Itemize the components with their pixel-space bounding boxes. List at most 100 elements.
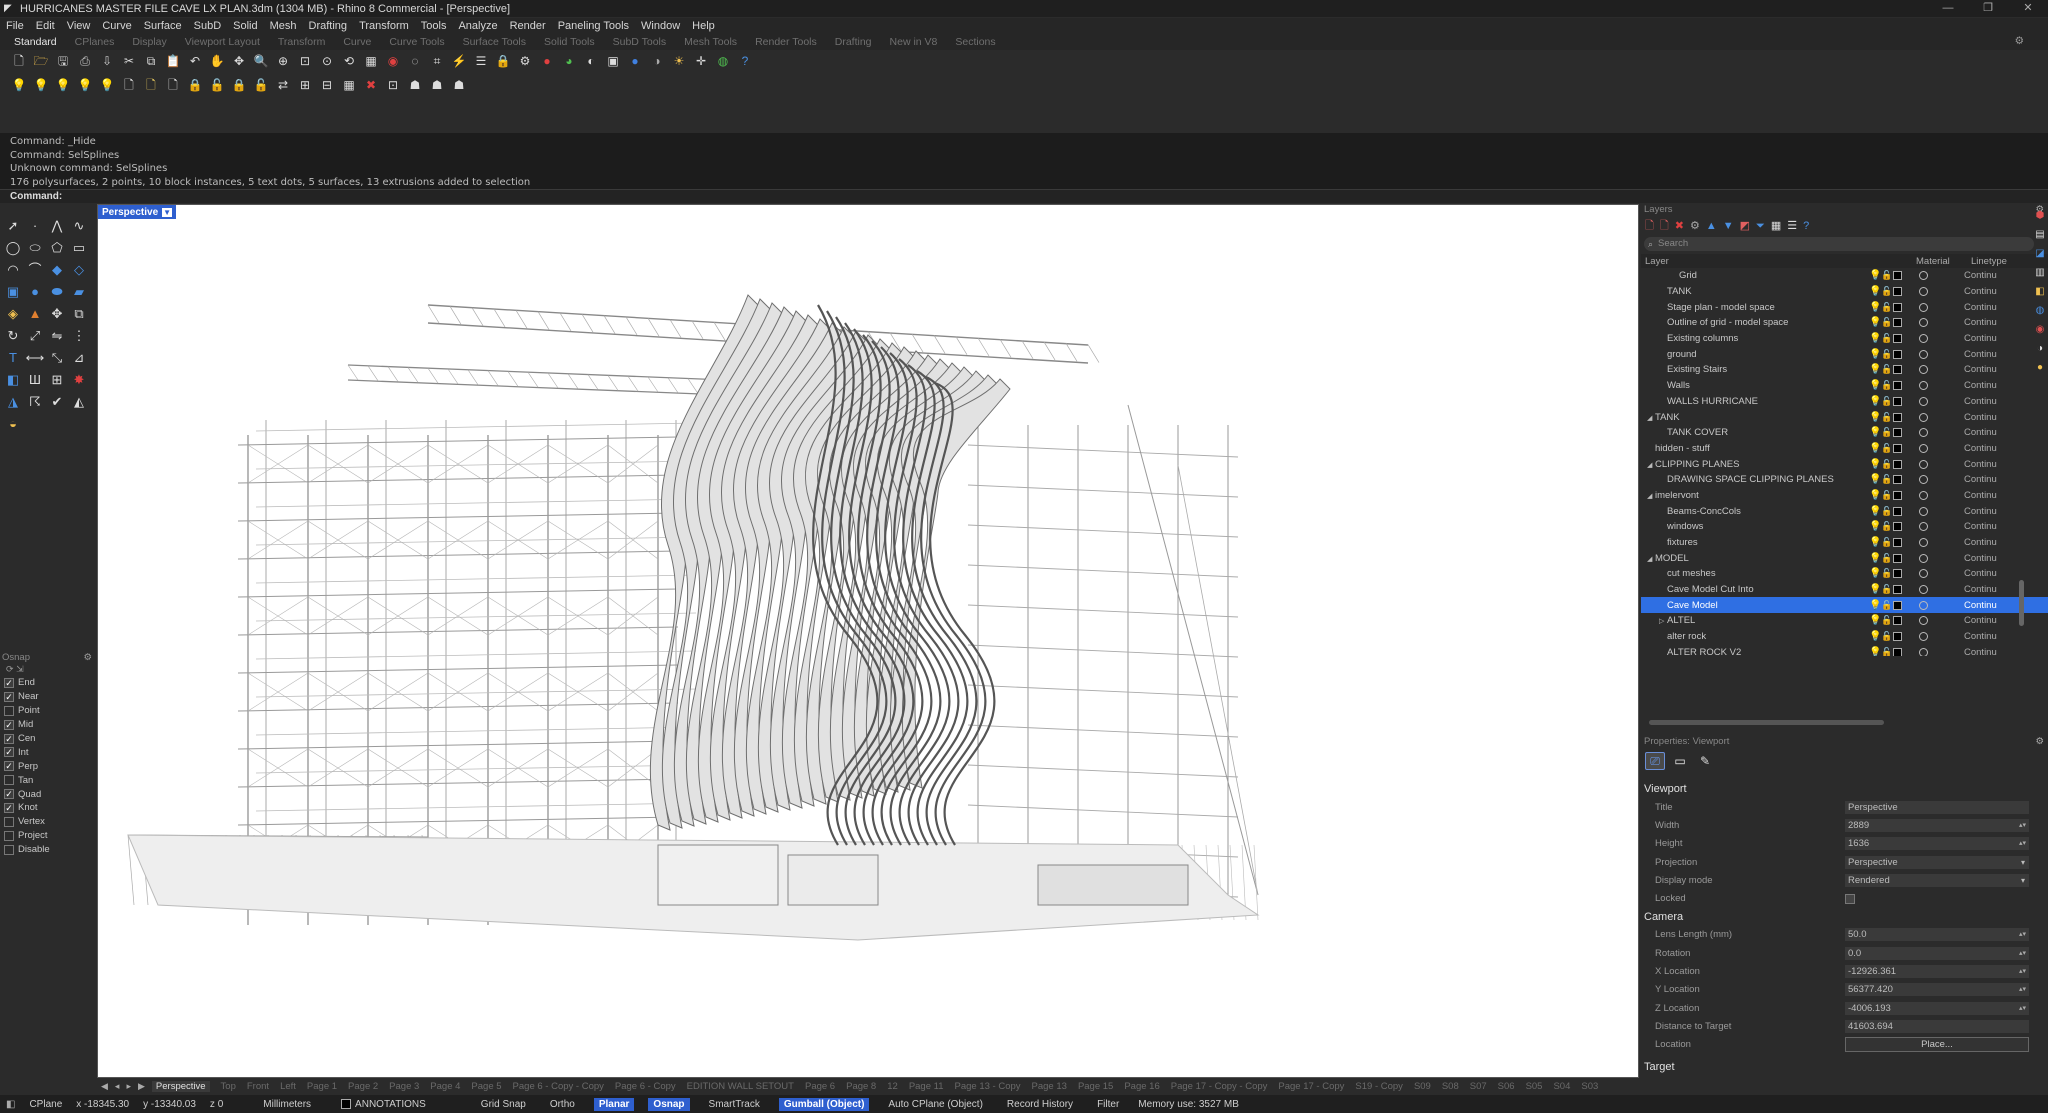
layer-material-icon[interactable]: [1919, 616, 1928, 626]
layer-color-swatch[interactable]: [1893, 302, 1902, 312]
layer-row[interactable]: ◢ CLIPPING PLANES 💡 🔓 Continu: [1641, 456, 2048, 472]
layer-visibility-bulb-icon[interactable]: 💡: [1869, 553, 1881, 564]
layout-tab[interactable]: Page 6 - Copy: [615, 1081, 676, 1092]
chevron-down-icon[interactable]: ▾: [2021, 856, 2025, 869]
column-layer[interactable]: Layer: [1641, 256, 1916, 267]
print-icon[interactable]: ⎙: [76, 52, 94, 70]
layer-visibility-bulb-icon[interactable]: 💡: [1869, 286, 1881, 297]
sphere-tool-icon[interactable]: ●: [24, 280, 46, 302]
layer-icon[interactable]: ☰: [472, 52, 490, 70]
menu-item-help[interactable]: Help: [692, 20, 715, 32]
layer-color-swatch[interactable]: [1893, 490, 1902, 500]
status-cplane-icon[interactable]: ◧: [6, 1099, 15, 1110]
layer-row[interactable]: ALTER ROCK V2 💡 🔓 Continu: [1641, 645, 2048, 656]
rotation-field[interactable]: 0.0 ▴▾: [1845, 946, 2029, 960]
layer-lock-icon[interactable]: 🔓: [1881, 380, 1893, 391]
layer-color-swatch[interactable]: [1893, 428, 1902, 438]
display-mode-field[interactable]: Rendered ▾: [1845, 873, 2029, 887]
delete-layer-icon[interactable]: ✖: [1675, 220, 1684, 232]
layer-linetype[interactable]: Continu: [1964, 333, 1997, 344]
layer-lock-icon[interactable]: 🔓: [1881, 302, 1893, 313]
osnap-checkbox[interactable]: [4, 816, 14, 827]
layer-row[interactable]: Stage plan - model space 💡 🔓 Continu: [1641, 299, 2048, 315]
layer-row[interactable]: ◢ MODEL 💡 🔓 Continu: [1641, 550, 2048, 566]
layer-color-swatch[interactable]: [1893, 647, 1902, 656]
panel-tab-help-icon[interactable]: ●: [2032, 362, 2048, 373]
menu-item-tools[interactable]: Tools: [421, 20, 447, 32]
layer-lock-icon[interactable]: 🔓: [1881, 443, 1893, 454]
lens-length-mm-field[interactable]: 50.0 ▴▾: [1845, 928, 2029, 942]
layer-color-swatch[interactable]: [1893, 318, 1902, 328]
layer-linetype[interactable]: Continu: [1964, 396, 1997, 407]
layer-lock-icon[interactable]: 🔓: [1881, 427, 1893, 438]
panel-tab-display-icon[interactable]: ◪: [2032, 248, 2048, 259]
minimize-button[interactable]: —: [1928, 0, 1968, 17]
layer-linetype[interactable]: Continu: [1964, 317, 1997, 328]
toolbar-tab-curve[interactable]: Curve: [343, 36, 371, 48]
x-location-field[interactable]: -12926.361 ▴▾: [1845, 965, 2029, 979]
spinner-arrows-icon[interactable]: ▴▾: [2019, 928, 2026, 941]
osnap-settings-gear-icon[interactable]: ⚙: [83, 652, 92, 663]
layer-visibility-bulb-icon[interactable]: 💡: [1869, 600, 1881, 611]
layer-linetype[interactable]: Continu: [1964, 427, 1997, 438]
status-toggle-gumball-object[interactable]: Gumball (Object): [778, 1097, 870, 1111]
layout-tab[interactable]: S08: [1442, 1081, 1459, 1092]
layer-row[interactable]: ◢ imelervont 💡 🔓 Continu: [1641, 488, 2048, 504]
render-icon[interactable]: ●: [538, 52, 556, 70]
menu-item-edit[interactable]: Edit: [36, 20, 55, 32]
zoom-extents-icon[interactable]: ⊡: [296, 52, 314, 70]
layer-lock-icon[interactable]: 🔓: [1881, 270, 1893, 281]
worksession-icon[interactable]: ☗: [406, 76, 424, 94]
layer-row[interactable]: cut meshes 💡 🔓 Continu: [1641, 566, 2048, 582]
toolbar-settings-gear-icon[interactable]: ⚙: [2015, 35, 2024, 47]
layer-color-swatch[interactable]: [1893, 381, 1902, 391]
osnap-item-knot[interactable]: ✓ Knot: [0, 801, 96, 815]
layout-tab[interactable]: Page 8: [846, 1081, 876, 1092]
expand-toggle-icon[interactable]: ◢: [1647, 461, 1655, 469]
spinner-arrows-icon[interactable]: ▴▾: [2019, 983, 2026, 996]
panel-tab-render-icon[interactable]: ▥: [2032, 267, 2048, 278]
zoom-selected-icon[interactable]: ⊙: [318, 52, 336, 70]
layer-visibility-bulb-icon[interactable]: 💡: [1869, 443, 1881, 454]
layer-row[interactable]: alter rock 💡 🔓 Continu: [1641, 629, 2048, 645]
layer-material-icon[interactable]: [1919, 396, 1928, 406]
layout-tab[interactable]: Page 5: [471, 1081, 501, 1092]
network-surface-icon[interactable]: ◇: [68, 258, 90, 280]
layer-color-swatch[interactable]: [1893, 287, 1902, 297]
layer-linetype[interactable]: Continu: [1964, 647, 1997, 656]
close-button[interactable]: ✕: [2008, 0, 2048, 17]
layer-linetype[interactable]: Continu: [1964, 474, 1997, 485]
layer-linetype[interactable]: Continu: [1964, 302, 1997, 313]
z-location-field[interactable]: -4006.193 ▴▾: [1845, 1001, 2029, 1015]
layer-linetype[interactable]: Continu: [1964, 537, 1997, 548]
layer-lock-icon[interactable]: 🔓: [1881, 490, 1893, 501]
projection-field[interactable]: Perspective ▾: [1845, 855, 2029, 869]
layer-lock-icon[interactable]: 🔓: [1881, 317, 1893, 328]
surface-icon[interactable]: ◆: [46, 258, 68, 280]
toolbar-tab-viewport-layout[interactable]: Viewport Layout: [185, 36, 260, 48]
light-bulb-selected-icon[interactable]: 💡: [54, 76, 72, 94]
four-viewports-icon[interactable]: ▦: [362, 52, 380, 70]
osnap-item-project[interactable]: Project: [0, 829, 96, 843]
layout-tab[interactable]: S03: [1581, 1081, 1598, 1092]
layer-row[interactable]: DRAWING SPACE CLIPPING PLANES 💡 🔓 Continu: [1641, 472, 2048, 488]
osnap-item-point[interactable]: Point: [0, 704, 96, 718]
extrude-icon[interactable]: ▰: [68, 280, 90, 302]
viewport-title-tab[interactable]: Perspective ▼: [98, 205, 177, 219]
mirror-icon[interactable]: ⇋: [46, 324, 68, 346]
layer-linetype[interactable]: Continu: [1964, 521, 1997, 532]
layer-color-swatch[interactable]: [1893, 569, 1902, 579]
prev-tab-icon[interactable]: ◂: [115, 1081, 120, 1092]
layer-lock-icon[interactable]: 🔓: [1881, 537, 1893, 548]
layer-row[interactable]: Cave Model Cut Into 💡 🔓 Continu: [1641, 582, 2048, 598]
layer-lock-icon[interactable]: 🔓: [1881, 459, 1893, 470]
layer-material-icon[interactable]: [1919, 287, 1928, 297]
layer-color-swatch[interactable]: [1893, 616, 1902, 626]
layer-row[interactable]: Beams-ConcCols 💡 🔓 Continu: [1641, 503, 2048, 519]
layer-visibility-bulb-icon[interactable]: 💡: [1869, 380, 1881, 391]
lock-selected-icon[interactable]: 🔒: [230, 76, 248, 94]
layer-lock-icon[interactable]: 🔓: [1881, 631, 1893, 642]
layer-visibility-bulb-icon[interactable]: 💡: [1869, 506, 1881, 517]
layer-color-swatch[interactable]: [1893, 553, 1902, 563]
toolbar-tab-new-in-v8[interactable]: New in V8: [890, 36, 938, 48]
